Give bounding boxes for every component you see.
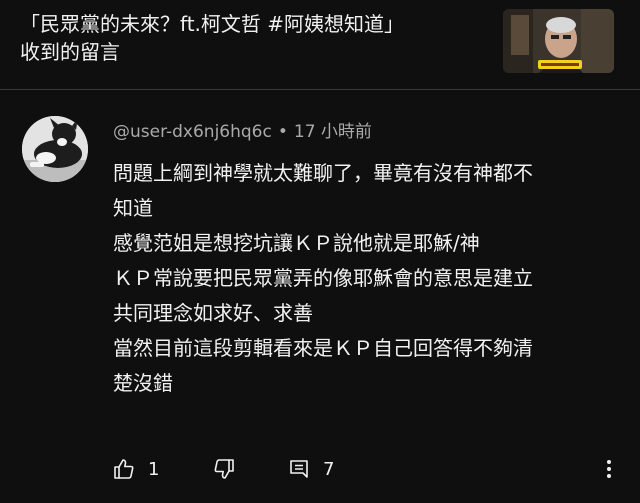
- comment-line: 楚沒錯: [113, 371, 173, 395]
- more-vertical-icon: [607, 460, 611, 478]
- comment-line: 當然目前這段剪輯看來是ＫＰ自己回答得不夠清: [113, 336, 533, 360]
- dislike-button[interactable]: [212, 456, 236, 482]
- replies-button[interactable]: 7: [287, 456, 334, 482]
- video-header: 「民眾黨的未來？ft.柯文哲 #阿姨想知道」 收到的留言: [0, 0, 640, 88]
- comment-item: @user-dx6nj6hq6c • 17 小時前 問題上綱到神學就太難聊了，畢竟有…: [0, 90, 640, 503]
- like-count: 1: [148, 458, 160, 480]
- comment-line: 共同理念如求好、求善: [113, 301, 313, 325]
- comment-line: 知道: [113, 196, 153, 220]
- like-button[interactable]: 1: [112, 456, 159, 482]
- comment-text: 問題上綱到神學就太難聊了，畢竟有沒有神都不 知道 感覺范姐是想挖坑讓ＫＰ說他就是…: [113, 156, 618, 401]
- avatar-image: [22, 116, 88, 182]
- comment-timestamp[interactable]: 17 小時前: [294, 122, 372, 142]
- comment-actions: 1 7: [0, 448, 640, 488]
- comment-line: ＫＰ常說要把民眾黨弄的像耶穌會的意思是建立: [113, 266, 533, 290]
- comment-author[interactable]: @user-dx6nj6hq6c: [113, 122, 272, 142]
- avatar[interactable]: [22, 116, 88, 182]
- comment-meta: @user-dx6nj6hq6c • 17 小時前: [113, 120, 372, 144]
- thumbnail-image: [503, 9, 614, 73]
- reply-comment-icon: [290, 460, 308, 478]
- video-thumbnail[interactable]: [503, 9, 614, 73]
- thumbs-up-icon: [114, 459, 134, 479]
- comment-line: 問題上綱到神學就太難聊了，畢竟有沒有神都不: [113, 161, 533, 185]
- thumbs-down-icon: [214, 459, 234, 479]
- video-title[interactable]: 「民眾黨的未來？ft.柯文哲 #阿姨想知道」 收到的留言: [20, 10, 490, 66]
- comment-line: 感覺范姐是想挖坑讓ＫＰ說他就是耶穌/神: [113, 231, 480, 255]
- video-title-line-2: 收到的留言: [20, 40, 120, 64]
- more-actions-button[interactable]: [604, 456, 614, 482]
- reply-count: 7: [323, 458, 335, 480]
- meta-separator: •: [277, 122, 288, 142]
- video-title-line-1: 「民眾黨的未來？ft.柯文哲 #阿姨想知道」: [20, 12, 405, 36]
